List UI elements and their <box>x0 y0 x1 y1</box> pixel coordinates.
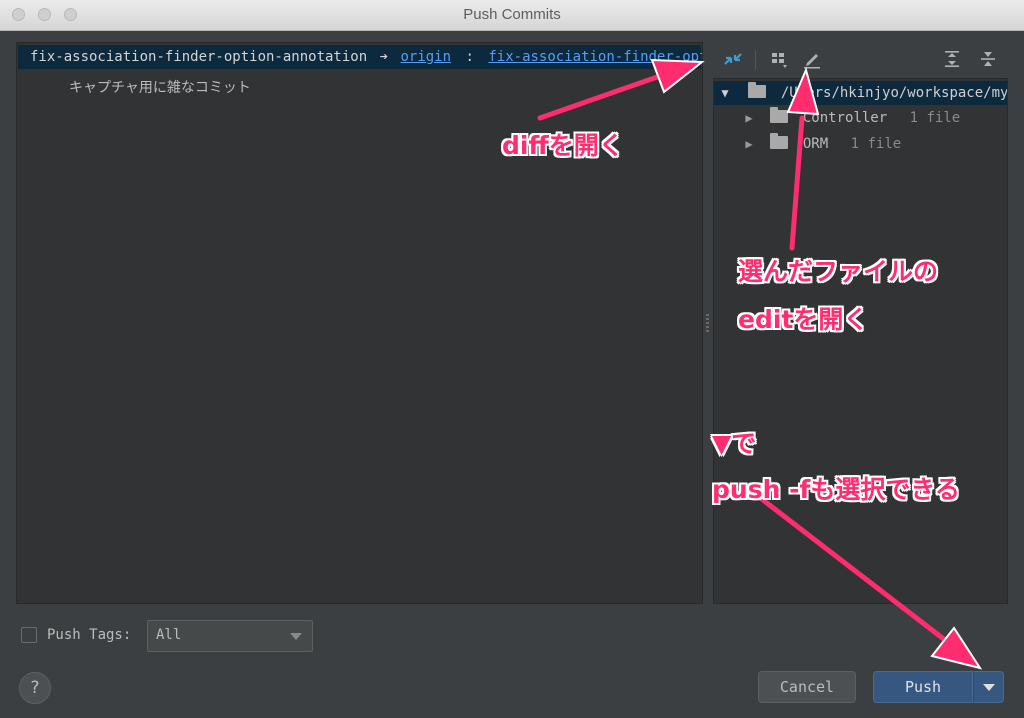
tree-item-count: 1 file <box>909 110 961 126</box>
annotation-edit-line2: editを開く <box>738 305 869 334</box>
folder-icon <box>748 82 767 98</box>
branch-separator: : <box>465 49 474 65</box>
expanded-arrow-icon[interactable]: ▼ <box>714 81 736 105</box>
tree-root-path: /Users/hkinjyo/workspace/my/ca <box>780 85 1008 101</box>
tree-item-name: Controller <box>802 110 888 126</box>
push-arrow-icon: ➔ <box>379 49 389 65</box>
title-bar: Push Commits <box>0 0 1024 31</box>
local-branch-name: fix-association-finder-option-annotation <box>30 49 368 65</box>
dropdown-arrow-icon <box>983 684 995 691</box>
edit-source-icon[interactable] <box>799 46 825 72</box>
remote-link[interactable]: origin <box>400 49 451 65</box>
tree-root-row[interactable]: ▼ /Users/hkinjyo/workspace/my/ca <box>714 81 1007 105</box>
target-branch-link[interactable]: fix-association-finder-option- <box>488 49 702 65</box>
tree-item-name: ORM <box>802 136 829 152</box>
tree-item-orm[interactable]: ▶ ORM 1 file <box>714 132 1007 156</box>
collapsed-arrow-icon[interactable]: ▶ <box>738 132 760 156</box>
push-options-dropdown[interactable] <box>973 671 1004 703</box>
push-tags-checkbox[interactable] <box>21 627 37 643</box>
collapse-all-icon[interactable] <box>975 46 1001 72</box>
changes-tree-panel: ▼ /Users/hkinjyo/workspace/my/ca ▶ Contr… <box>713 78 1008 604</box>
toolbar-divider <box>755 50 756 70</box>
annotation-diff: diffを開く <box>502 131 624 160</box>
annotation-push-line1: ▼で <box>712 429 757 458</box>
window-title: Push Commits <box>463 6 561 23</box>
commit-message[interactable]: キャプチャ用に雑なコミット <box>69 77 251 97</box>
cancel-button[interactable]: Cancel <box>758 671 856 703</box>
push-tags-label: Push Tags: <box>47 627 132 643</box>
panel-splitter-handle[interactable] <box>706 314 709 332</box>
tree-item-controller[interactable]: ▶ Controller 1 file <box>714 106 1007 130</box>
annotation-push-line2: push -fも選択できる <box>712 475 960 504</box>
expand-all-icon[interactable] <box>939 46 965 72</box>
folder-icon <box>770 107 789 123</box>
help-button[interactable]: ? <box>19 672 51 704</box>
collapsed-arrow-icon[interactable]: ▶ <box>738 106 760 130</box>
push-tags-select[interactable]: All <box>147 620 313 652</box>
group-by-icon[interactable] <box>766 46 792 72</box>
push-tags-value: All <box>156 627 182 643</box>
show-diff-icon[interactable] <box>720 46 746 72</box>
annotation-edit-line1: 選んだファイルの <box>738 257 939 286</box>
dropdown-arrow-icon <box>290 633 302 640</box>
tree-item-count: 1 file <box>850 136 902 152</box>
folder-icon <box>770 133 789 149</box>
push-button[interactable]: Push <box>873 671 973 703</box>
commit-branch-row[interactable]: fix-association-finder-option-annotation… <box>18 45 702 69</box>
